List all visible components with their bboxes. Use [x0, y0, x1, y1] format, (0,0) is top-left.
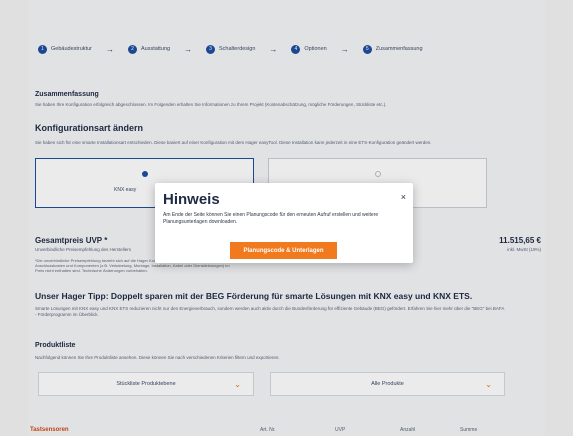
modal-text: Am Ende der Seite können Sie einen Planu… — [163, 212, 379, 225]
planning-code-button[interactable]: Planungscode & Unterlagen — [230, 242, 337, 259]
hint-modal: Hinweis × Am Ende der Seite können Sie e… — [155, 183, 413, 263]
close-icon[interactable]: × — [401, 192, 406, 202]
modal-title: Hinweis — [163, 191, 220, 208]
